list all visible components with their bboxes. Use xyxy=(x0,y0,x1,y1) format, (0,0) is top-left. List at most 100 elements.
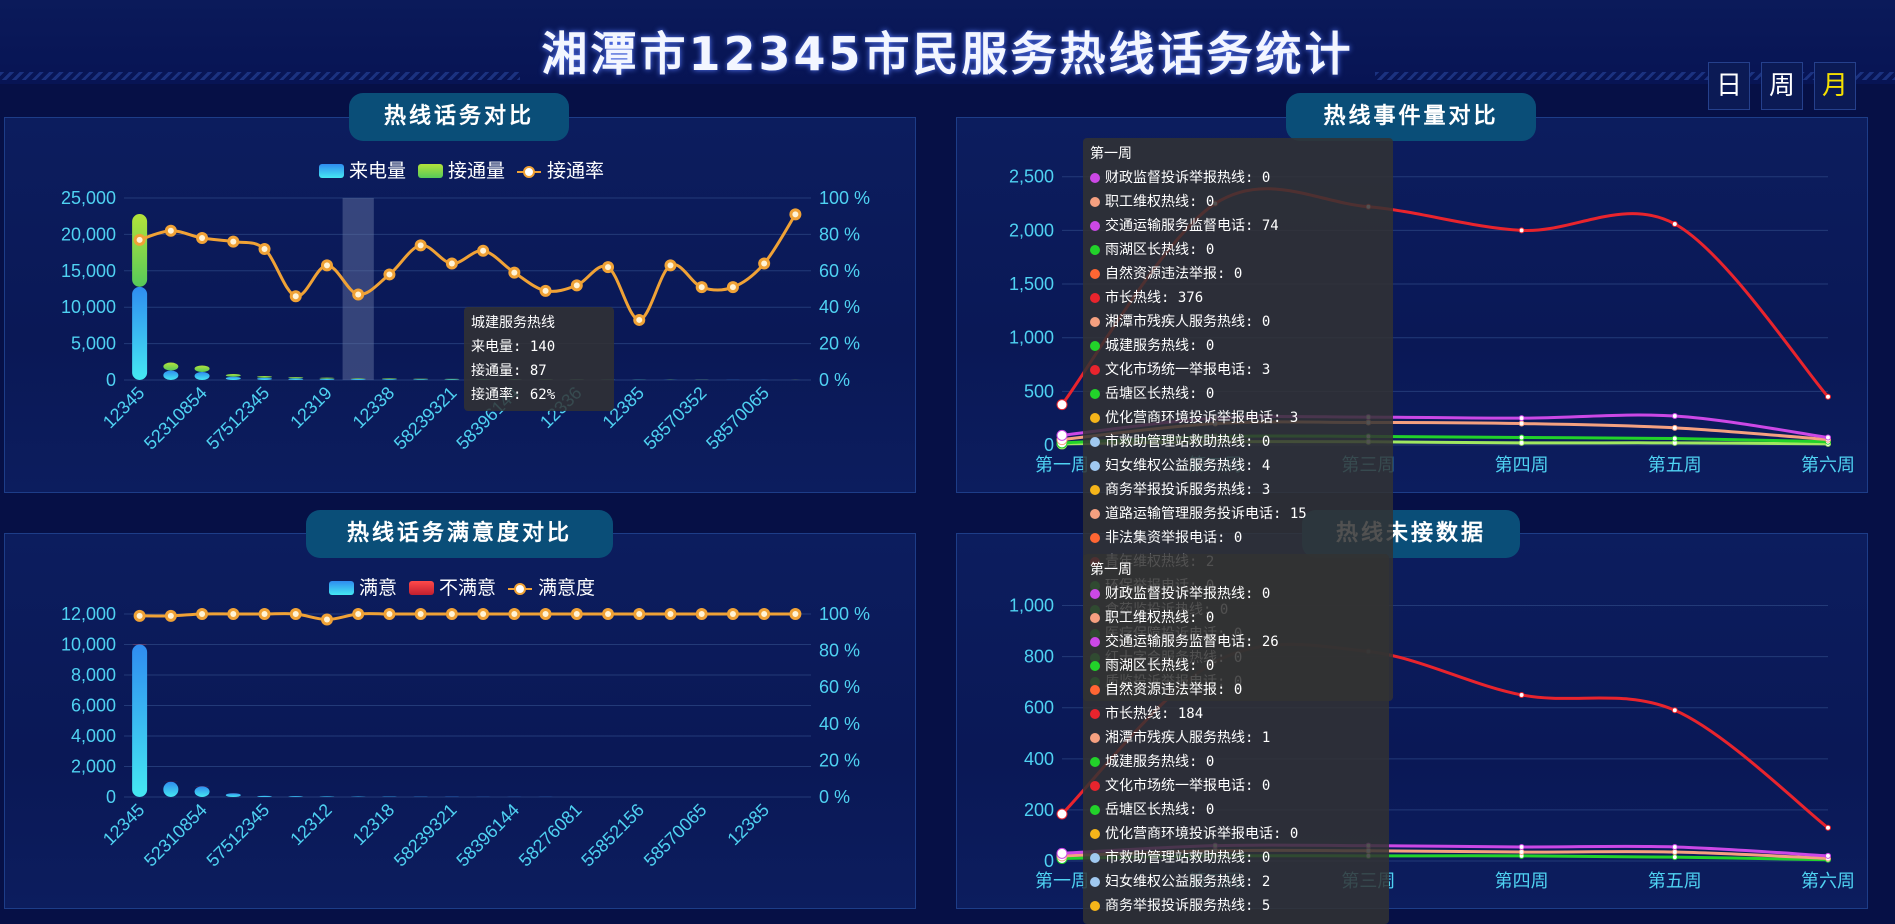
satisfaction-bar-satisfied xyxy=(319,796,335,797)
tooltip-row: 文化市场统一举报电话: 0 xyxy=(1090,774,1382,798)
satisfaction-rate-point-core xyxy=(605,611,612,617)
tooltip-row-text: 非法集资举报电话: 0 xyxy=(1105,530,1243,546)
satisfaction-x-tick: 12385 xyxy=(723,800,773,850)
tooltip-row-text: 文化市场统一举报电话: 3 xyxy=(1105,362,1271,378)
satisfaction-x-tick: 58570065 xyxy=(640,800,711,871)
series-color-dot xyxy=(1090,293,1100,303)
tooltip-row: 职工维权热线: 0 xyxy=(1090,190,1386,214)
satisfaction-y-tick: 8,000 xyxy=(71,665,116,685)
tooltip-row-text: 雨湖区长热线: 0 xyxy=(1105,242,1215,258)
panel-title-event-compare: 热线事件量对比 xyxy=(1286,93,1536,141)
events-y-tick: 0 xyxy=(1044,435,1054,455)
calls-bar-incoming xyxy=(163,370,179,380)
satisfaction-y2-tick: 80 % xyxy=(819,641,860,661)
tooltip-row-text: 岳塘区长热线: 0 xyxy=(1105,802,1215,818)
calls-bar-answered xyxy=(444,378,460,380)
tooltip-row-text: 湘潭市残疾人服务热线: 1 xyxy=(1105,730,1271,746)
tooltip-row-text: 优化营商环境投诉举报电话: 0 xyxy=(1105,826,1299,842)
calls-rate-point-core xyxy=(542,287,549,294)
events-series-point xyxy=(1518,439,1525,446)
satisfaction-rate-point-core xyxy=(480,611,487,617)
series-color-dot xyxy=(1090,437,1100,447)
charts-canvas: 0 5,000 10,000 15,000 20,000 25,000 0 % 20 % 40 … xyxy=(61,160,1855,891)
satisfaction-rate-point-core xyxy=(448,611,455,617)
calls-bar-incoming xyxy=(225,376,241,380)
calls-rate-point-core xyxy=(448,260,455,267)
tooltip-row-text: 市救助管理站救助热线: 0 xyxy=(1105,434,1271,450)
satisfaction-bar-satisfied xyxy=(132,644,148,797)
events-x-tick: 第六周 xyxy=(1801,455,1855,475)
tooltip-row-text: 文化市场统一举报电话: 0 xyxy=(1105,778,1271,794)
tooltip-row: 妇女维权公益服务热线: 4 xyxy=(1090,454,1386,478)
tooltip-row-text: 道路运输管理服务投诉电话: 15 xyxy=(1105,506,1307,522)
calls-bar-answered xyxy=(194,365,210,372)
events-y-tick: 1,500 xyxy=(1009,274,1054,294)
satisfaction-rate-point-core xyxy=(417,611,424,617)
calls-rate-point-core xyxy=(167,227,174,234)
tooltip-row: 职工维权热线: 0 xyxy=(1090,606,1382,630)
satisfaction-legend-label: 满意 xyxy=(359,577,397,599)
series-color-dot xyxy=(1090,389,1100,399)
calls-y2-tick: 0 % xyxy=(819,370,850,390)
events-series-point xyxy=(1518,227,1525,234)
tooltip-row: 交通运输服务监督电话: 74 xyxy=(1090,214,1386,238)
satisfaction-x-tick: 12345 xyxy=(99,800,149,850)
tooltip-row: 财政监督投诉举报热线: 0 xyxy=(1090,166,1386,190)
tooltip-row: 城建服务热线: 0 xyxy=(1090,334,1386,358)
tooltip-row: 雨湖区长热线: 0 xyxy=(1090,238,1386,262)
satisfaction-legend-swatch xyxy=(329,581,354,595)
calls-bar-answered xyxy=(163,362,179,371)
series-color-dot xyxy=(1090,661,1100,671)
events-series-point xyxy=(1671,435,1678,442)
events-y-tick: 2,500 xyxy=(1009,167,1054,187)
tooltip-row-text: 交通运输服务监督电话: 74 xyxy=(1105,218,1279,234)
satisfaction-y2-tick: 20 % xyxy=(819,750,860,770)
satisfaction-rate-point-core xyxy=(729,611,736,617)
calls-bar-answered xyxy=(319,377,335,379)
tooltip-row: 市救助管理站救助热线: 0 xyxy=(1090,846,1382,870)
tooltip-row-text: 商务举报投诉服务热线: 5 xyxy=(1105,898,1271,914)
calls-x-tick: 58239321 xyxy=(390,383,461,454)
calls-legend-label: 接通量 xyxy=(448,160,505,182)
tooltip-row: 优化营商环境投诉举报电话: 3 xyxy=(1090,406,1386,430)
series-color-dot xyxy=(1090,877,1100,887)
satisfaction-rate-point-core xyxy=(542,611,549,617)
series-color-dot xyxy=(1090,269,1100,279)
series-color-dot xyxy=(1090,173,1100,183)
tooltip-row-text: 妇女维权公益服务热线: 4 xyxy=(1105,458,1271,474)
tooltip-row: 湘潭市残疾人服务热线: 0 xyxy=(1090,310,1386,334)
calls-bar-incoming xyxy=(350,378,366,380)
series-color-dot xyxy=(1090,709,1100,719)
satisfaction-x-tick: 57512345 xyxy=(203,800,274,871)
calls-rate-point-core xyxy=(605,264,612,271)
tooltip-row-text: 职工维权热线: 0 xyxy=(1105,194,1215,210)
series-color-dot xyxy=(1090,485,1100,495)
tooltip-row-text: 湘潭市残疾人服务热线: 0 xyxy=(1105,314,1271,330)
satisfaction-x-tick: 58276081 xyxy=(515,800,586,871)
satisfaction-rate-point-core xyxy=(573,611,580,617)
series-color-dot xyxy=(1090,245,1100,255)
satisfaction-y-tick: 6,000 xyxy=(71,696,116,716)
satisfaction-legend-swatch xyxy=(409,581,434,595)
events-series-point xyxy=(1518,434,1525,441)
panel-title-satisfaction: 热线话务满意度对比 xyxy=(306,510,613,558)
tooltip-row: 交通运输服务监督电话: 26 xyxy=(1090,630,1382,654)
missed-y-tick: 1,000 xyxy=(1009,596,1054,616)
missed-series-point xyxy=(1518,843,1525,850)
tooltip-row: 妇女维权公益服务热线: 2 xyxy=(1090,870,1382,894)
satisfaction-rate-point-core xyxy=(136,612,143,619)
tooltip-row-text: 职工维权热线: 0 xyxy=(1105,610,1215,626)
calls-legend-label: 接通率 xyxy=(547,160,604,182)
calls-rate-point-core xyxy=(199,235,206,242)
calls-bar-answered xyxy=(288,377,304,379)
missed-series-point xyxy=(1056,847,1068,859)
calls-rate-point-core xyxy=(230,238,237,245)
tooltip-row-text: 自然资源违法举报: 0 xyxy=(1105,266,1243,282)
series-color-dot xyxy=(1090,197,1100,207)
calls-rate-point-core xyxy=(386,271,393,278)
events-y-tick: 500 xyxy=(1024,381,1054,401)
events-series-point xyxy=(1825,434,1831,441)
calls-rate-point-core xyxy=(573,282,580,289)
calls-y-tick: 15,000 xyxy=(61,261,116,281)
missed-y-tick: 600 xyxy=(1024,698,1054,718)
